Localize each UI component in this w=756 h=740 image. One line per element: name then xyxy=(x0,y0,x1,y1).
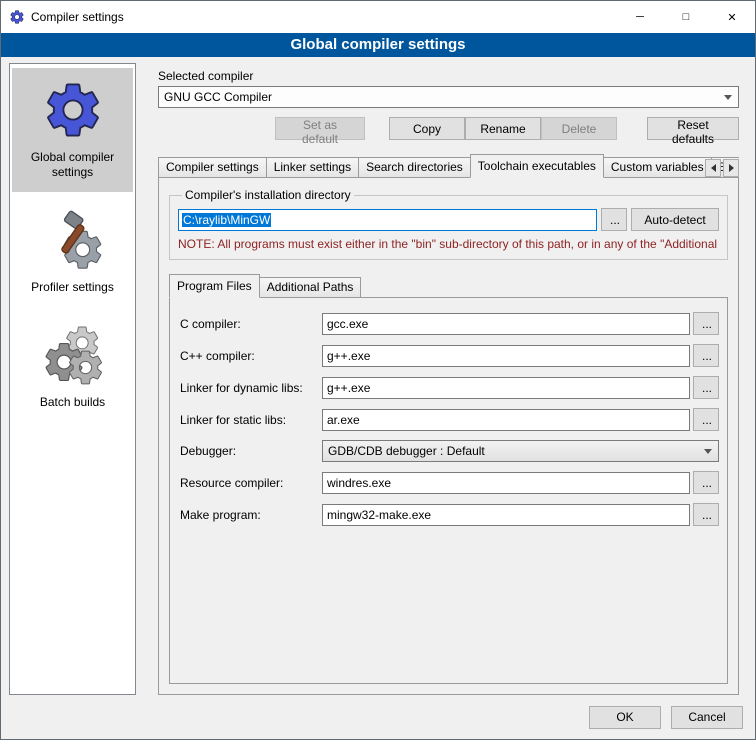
dialog-body: Global compiler settings Profiler settin… xyxy=(1,57,755,695)
field-row-linker-dynamic: Linker for dynamic libs: ... xyxy=(180,376,719,399)
compiler-settings-window: Compiler settings ─ □ ✕ Global compiler … xyxy=(0,0,756,740)
batch-gears-icon xyxy=(41,323,105,387)
installation-directory-row: C:\raylib\MinGW ... Auto-detect xyxy=(178,208,719,231)
make-program-input[interactable] xyxy=(322,504,690,526)
sidebar-item-label: Global compiler settings xyxy=(14,150,131,180)
linker-dynamic-input[interactable] xyxy=(322,377,690,399)
ok-button[interactable]: OK xyxy=(589,706,661,729)
sidebar: Global compiler settings Profiler settin… xyxy=(9,63,136,695)
field-row-cpp-compiler: C++ compiler: ... xyxy=(180,344,719,367)
profiler-tool-icon xyxy=(41,208,105,272)
dialog-footer: OK Cancel xyxy=(1,695,755,739)
chevron-down-icon xyxy=(703,449,713,454)
linker-dynamic-browse-button[interactable]: ... xyxy=(693,376,719,399)
sidebar-item-batch-builds[interactable]: Batch builds xyxy=(12,313,133,422)
tab-search-directories[interactable]: Search directories xyxy=(358,157,471,178)
field-label: Make program: xyxy=(180,508,322,522)
minimize-button[interactable]: ─ xyxy=(617,1,663,33)
toolchain-executables-page: Compiler's installation directory C:\ray… xyxy=(158,177,739,695)
installation-note: NOTE: All programs must exist either in … xyxy=(178,237,719,251)
delete-button: Delete xyxy=(541,117,617,140)
selected-compiler-label: Selected compiler xyxy=(158,69,739,83)
maximize-button[interactable]: □ xyxy=(663,1,709,33)
gear-icon xyxy=(9,9,25,25)
cancel-button[interactable]: Cancel xyxy=(671,706,743,729)
blue-gear-icon xyxy=(41,78,105,142)
c-compiler-browse-button[interactable]: ... xyxy=(693,312,719,335)
field-label: Resource compiler: xyxy=(180,476,322,490)
linker-static-browse-button[interactable]: ... xyxy=(693,408,719,431)
field-row-resource-compiler: Resource compiler: ... xyxy=(180,471,719,494)
debugger-value: GDB/CDB debugger : Default xyxy=(328,444,703,458)
tab-custom-variables[interactable]: Custom variables xyxy=(603,157,712,178)
auto-detect-button[interactable]: Auto-detect xyxy=(631,208,719,231)
cpp-compiler-browse-button[interactable]: ... xyxy=(693,344,719,367)
selected-compiler-value: GNU GCC Compiler xyxy=(164,90,723,104)
titlebar: Compiler settings ─ □ ✕ xyxy=(1,1,755,33)
set-as-default-button: Set as default xyxy=(275,117,365,140)
copy-button[interactable]: Copy xyxy=(389,117,465,140)
main-panel: Selected compiler GNU GCC Compiler Set a… xyxy=(146,63,747,695)
close-button[interactable]: ✕ xyxy=(709,1,755,33)
tab-toolchain-executables[interactable]: Toolchain executables xyxy=(470,154,604,178)
tab-scroll-buttons xyxy=(705,159,739,177)
sidebar-item-global-compiler-settings[interactable]: Global compiler settings xyxy=(12,68,133,192)
field-label: Linker for static libs: xyxy=(180,413,322,427)
field-row-c-compiler: C compiler: ... xyxy=(180,312,719,335)
tab-linker-settings[interactable]: Linker settings xyxy=(266,157,359,178)
arrow-left-icon[interactable] xyxy=(705,159,721,177)
installation-directory-input[interactable]: C:\raylib\MinGW xyxy=(178,209,597,231)
window-controls: ─ □ ✕ xyxy=(617,1,755,33)
compiler-buttons-row: Set as default Copy Rename Delete Reset … xyxy=(158,117,739,140)
chevron-down-icon xyxy=(723,95,733,100)
field-label: C compiler: xyxy=(180,317,322,331)
tab-additional-paths[interactable]: Additional Paths xyxy=(259,277,362,298)
linker-static-input[interactable] xyxy=(322,409,690,431)
settings-tabstrip: Compiler settings Linker settings Search… xyxy=(158,154,739,178)
window-title: Compiler settings xyxy=(31,10,124,24)
cpp-compiler-input[interactable] xyxy=(322,345,690,367)
sidebar-item-label: Batch builds xyxy=(40,395,105,410)
field-row-debugger: Debugger: GDB/CDB debugger : Default xyxy=(180,440,719,462)
field-row-linker-static: Linker for static libs: ... xyxy=(180,408,719,431)
field-label: Linker for dynamic libs: xyxy=(180,381,322,395)
installation-directory-browse-button[interactable]: ... xyxy=(601,208,627,231)
installation-directory-group: Compiler's installation directory C:\ray… xyxy=(169,188,728,260)
selected-compiler-dropdown[interactable]: GNU GCC Compiler xyxy=(158,86,739,108)
program-files-tabstrip: Program Files Additional Paths xyxy=(169,274,728,298)
installation-directory-group-title: Compiler's installation directory xyxy=(182,188,354,202)
resource-compiler-input[interactable] xyxy=(322,472,690,494)
arrow-right-icon[interactable] xyxy=(723,159,739,177)
field-label: C++ compiler: xyxy=(180,349,322,363)
debugger-dropdown[interactable]: GDB/CDB debugger : Default xyxy=(322,440,719,462)
rename-button[interactable]: Rename xyxy=(465,117,541,140)
reset-defaults-button[interactable]: Reset defaults xyxy=(647,117,739,140)
c-compiler-input[interactable] xyxy=(322,313,690,335)
sidebar-item-profiler-settings[interactable]: Profiler settings xyxy=(12,198,133,307)
program-files-page: C compiler: ... C++ compiler: ... xyxy=(169,297,728,684)
installation-directory-value: C:\raylib\MinGW xyxy=(182,213,271,227)
field-label: Debugger: xyxy=(180,444,322,458)
field-row-make-program: Make program: ... xyxy=(180,503,719,526)
dialog-header-title: Global compiler settings xyxy=(1,33,755,57)
sidebar-item-label: Profiler settings xyxy=(31,280,114,295)
resource-compiler-browse-button[interactable]: ... xyxy=(693,471,719,494)
make-program-browse-button[interactable]: ... xyxy=(693,503,719,526)
tab-compiler-settings[interactable]: Compiler settings xyxy=(158,157,267,178)
tab-program-files[interactable]: Program Files xyxy=(169,274,260,298)
